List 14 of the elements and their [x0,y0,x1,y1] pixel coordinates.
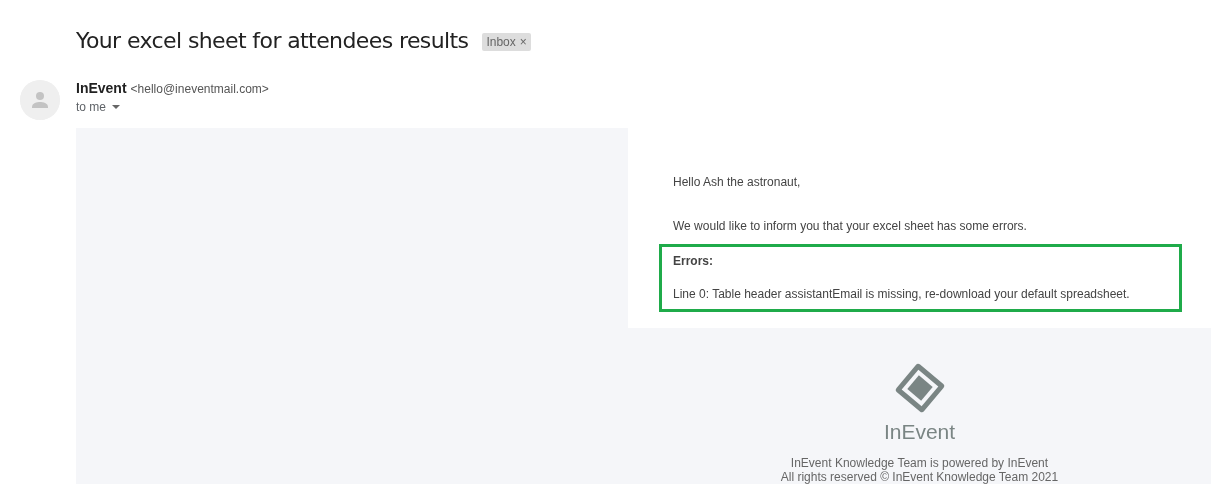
message-text: We would like to inform you that your excel sheet has some errors. [673,219,1028,233]
caret-icon[interactable] [112,105,120,109]
brand-name: InEvent [883,420,956,444]
sender-name: InEvent [76,80,127,96]
remove-label-icon[interactable]: × [519,34,527,49]
footer-text: InEvent Knowledge Team is powered by InEvent [790,456,1049,470]
footer-text: All rights reserved © InEvent Knowledge Team 2021 [780,470,1059,484]
inbox-label[interactable]: Inbox × [482,32,531,51]
sender-address: <hello@ineventmail.com> [130,82,269,96]
errors-heading: Errors: [673,254,714,268]
error-line: Line 0: Table header assistantEmail is missing, re-download your default spreadsheet. [673,287,1131,301]
greeting-text: Hello Ash the astronaut, [673,175,802,189]
recipient-text: to me [76,100,106,114]
email-subject: Your excel sheet for attendees results [76,27,469,53]
